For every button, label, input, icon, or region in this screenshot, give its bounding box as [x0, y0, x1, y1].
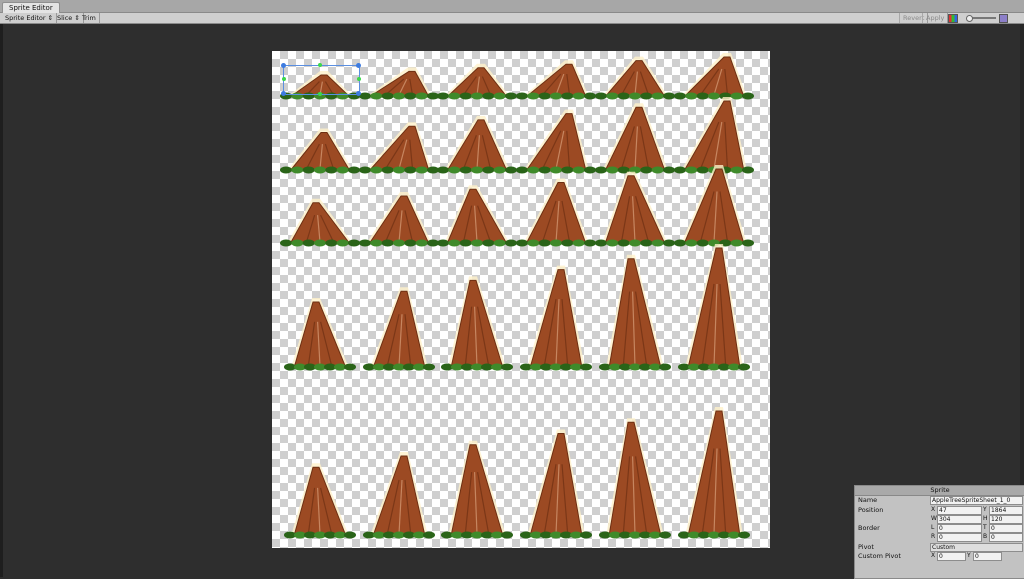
color-channel-icon[interactable]	[948, 14, 958, 23]
border-top-field[interactable]: 0	[989, 524, 1023, 533]
name-label: Name	[858, 496, 878, 504]
pivot-x-label: X	[931, 552, 936, 559]
sprite-frame[interactable]	[520, 429, 592, 539]
selection-handle-top-right[interactable]	[356, 63, 361, 68]
sprite-frame[interactable]	[437, 115, 517, 174]
zoom-slider-handle[interactable]	[966, 15, 973, 22]
pivot-dropdown[interactable]: Custom	[930, 543, 1023, 552]
sprite-frame[interactable]	[674, 97, 754, 174]
border-right-field[interactable]: 0	[937, 533, 982, 542]
sprite-frame[interactable]	[599, 254, 671, 371]
apply-button[interactable]: Apply	[922, 13, 949, 23]
selection-handle-right[interactable]	[357, 77, 361, 81]
sprite-frame[interactable]	[284, 463, 356, 539]
sprite-inspector-panel: Sprite Name AppleTreeSpriteSheet_1_0 Pos…	[854, 485, 1024, 579]
tab-sprite-editor[interactable]: Sprite Editor	[2, 2, 60, 13]
sprite-frame[interactable]	[359, 67, 439, 100]
custom-pivot-x-field[interactable]: 0	[937, 552, 966, 561]
sprite-frame[interactable]	[437, 185, 517, 247]
sprite-selection-rect[interactable]	[283, 65, 360, 95]
sprite-frame[interactable]	[280, 128, 360, 174]
sprite-frame[interactable]	[441, 276, 513, 371]
sprite-frame[interactable]	[516, 178, 596, 247]
sprite-frame[interactable]	[520, 265, 592, 371]
l-label: L	[931, 524, 935, 531]
position-y-field[interactable]: 1864	[989, 506, 1023, 515]
sprite-grid	[280, 53, 754, 539]
sprite-sheet-canvas[interactable]	[272, 51, 770, 548]
sprite-frame[interactable]	[674, 165, 754, 247]
selection-handle-top[interactable]	[318, 63, 322, 67]
toolbar: Sprite Editor ⇕ Slice ⇕ Trim Revert Appl…	[0, 13, 1024, 24]
sprite-frame[interactable]	[516, 109, 596, 174]
b-label: B	[983, 533, 988, 540]
sprite-frame[interactable]	[441, 440, 513, 539]
sprite-frame[interactable]	[363, 452, 435, 539]
border-bottom-field[interactable]: 0	[989, 533, 1023, 542]
selection-handle-bottom-right[interactable]	[356, 91, 361, 96]
sprite-frame[interactable]	[516, 60, 596, 100]
name-field[interactable]: AppleTreeSpriteSheet_1_0	[930, 496, 1023, 505]
sprite-frame[interactable]	[284, 298, 356, 371]
mip-icon[interactable]	[999, 14, 1008, 23]
sprite-frame[interactable]	[359, 122, 439, 174]
x-axis-label: X	[931, 506, 936, 513]
left-edge	[0, 24, 3, 577]
custom-pivot-y-field[interactable]: 0	[973, 552, 1002, 561]
sprite-frame[interactable]	[595, 103, 675, 174]
sprite-frame[interactable]	[363, 287, 435, 371]
width-field[interactable]: 304	[937, 515, 982, 524]
position-label: Position	[858, 506, 884, 514]
selection-handle-bottom[interactable]	[318, 92, 322, 96]
tab-bar: Sprite Editor	[0, 0, 1024, 13]
sprite-frame[interactable]	[678, 244, 750, 371]
y-axis-label: Y	[983, 506, 987, 513]
selection-handle-bottom-left[interactable]	[281, 91, 286, 96]
custom-pivot-label: Custom Pivot	[858, 552, 901, 560]
h-label: H	[983, 515, 988, 522]
selection-handle-top-left[interactable]	[281, 63, 286, 68]
position-x-field[interactable]: 47	[937, 506, 982, 515]
pivot-y-label: Y	[967, 552, 971, 559]
panel-title: Sprite	[855, 486, 1024, 496]
sprite-frame[interactable]	[678, 407, 750, 539]
t-label: T	[983, 524, 987, 531]
sprite-frame[interactable]	[595, 171, 675, 247]
sprite-frame[interactable]	[359, 192, 439, 247]
height-field[interactable]: 120	[989, 515, 1023, 524]
pivot-label: Pivot	[858, 543, 874, 551]
border-left-field[interactable]: 0	[937, 524, 982, 533]
sprite-frame[interactable]	[595, 56, 675, 100]
r-label: R	[931, 533, 936, 540]
trim-button[interactable]: Trim	[79, 13, 100, 23]
sprite-frame[interactable]	[280, 198, 360, 247]
border-label: Border	[858, 524, 880, 532]
sprite-frame[interactable]	[599, 418, 671, 539]
sprite-frame[interactable]	[674, 53, 754, 100]
selection-handle-left[interactable]	[282, 77, 286, 81]
mode-dropdown[interactable]: Sprite Editor ⇕	[2, 13, 58, 23]
sprite-frame[interactable]	[437, 63, 517, 100]
